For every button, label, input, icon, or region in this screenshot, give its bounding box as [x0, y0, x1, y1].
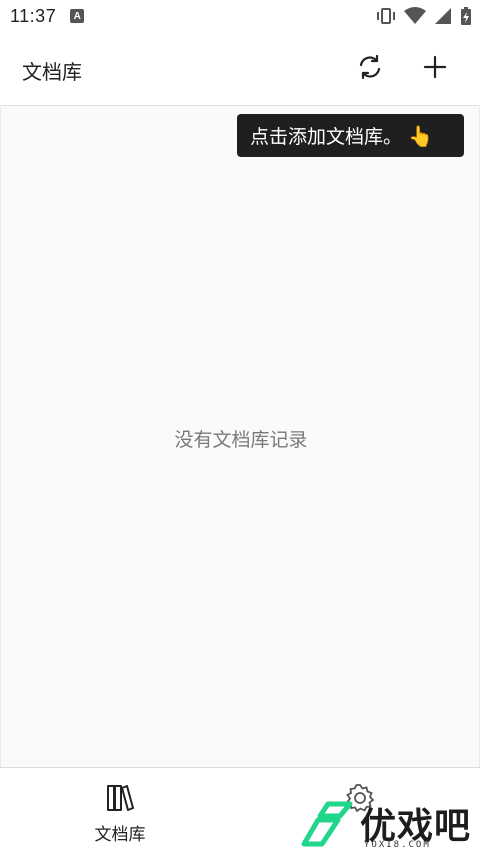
- wifi-icon: [404, 7, 426, 25]
- empty-message: 没有文档库记录: [174, 429, 308, 451]
- battery-charging-icon: [460, 6, 472, 26]
- pointing-hand-icon: 👆: [408, 123, 433, 148]
- status-bar: 11:37 A: [0, 0, 480, 32]
- app-bar: 文档库: [0, 32, 480, 106]
- add-hint-tooltip[interactable]: 点击添加文档库。 👆: [237, 114, 464, 157]
- nav-label-library: 文档库: [94, 825, 146, 845]
- vibrate-icon: [376, 6, 396, 26]
- refresh-icon: [356, 53, 384, 85]
- library-list: 没有文档库记录: [0, 107, 480, 767]
- status-time: 11:37: [10, 5, 57, 26]
- tooltip-text: 点击添加文档库。: [250, 126, 403, 148]
- add-library-button[interactable]: [413, 47, 457, 91]
- watermark-logo-icon: [300, 800, 354, 853]
- notification-icon: A: [70, 9, 85, 23]
- status-icons: [376, 6, 472, 26]
- page-title: 文档库: [22, 60, 82, 84]
- books-icon: [104, 782, 136, 814]
- nav-item-library[interactable]: 文档库: [40, 768, 200, 853]
- add-icon: [423, 55, 447, 83]
- watermark-sub: YOXI8.COM: [364, 840, 431, 850]
- refresh-button[interactable]: [348, 47, 392, 91]
- cell-signal-icon: [434, 7, 452, 25]
- watermark: 优戏吧 YOXI8.COM: [300, 800, 480, 853]
